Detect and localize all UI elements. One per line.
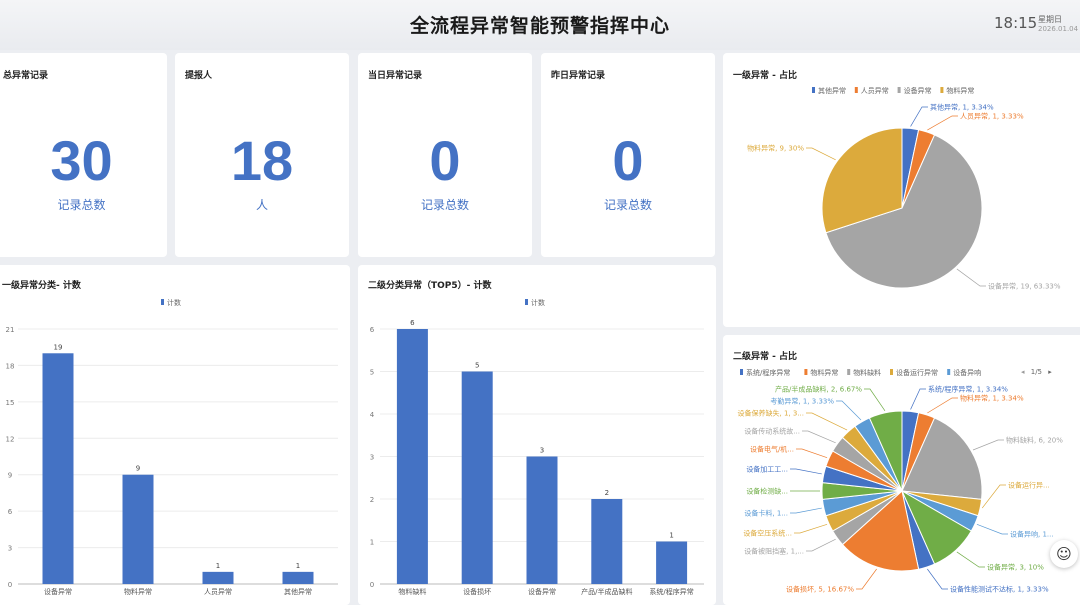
chart-title: 二级分类异常（TOP5）- 计数 — [368, 281, 492, 291]
legend-pager[interactable]: ◂ 1/5 ▸ — [1021, 368, 1052, 376]
stat-card-today-records: 当日异常记录 0 记录总数 — [358, 53, 532, 257]
chart-title: 一级异常 - 占比 — [733, 71, 798, 81]
stat-card-reporters: 提报人 18 人 — [175, 53, 349, 257]
stat-card-title: 昨日异常记录 — [551, 71, 606, 81]
level1-category-count-card: 一级异常分类- 计数 — [0, 265, 350, 605]
clock-time: 18:15 — [994, 14, 1038, 32]
stat-card-title: 总异常记录 — [3, 71, 49, 81]
pager-next-arrow-icon[interactable]: ▸ — [1048, 368, 1052, 376]
stat-card-title: 当日异常记录 — [368, 71, 423, 81]
stat-card-value: 0 — [612, 129, 644, 192]
dashboard-header: 全流程异常智能预警指挥中心 18:15 星期日 2026.01.04 — [0, 0, 1080, 50]
stat-card-value: 18 — [230, 129, 294, 192]
stat-card-yesterday-records: 昨日异常记录 0 记录总数 — [541, 53, 715, 257]
chart-title: 一级异常分类- 计数 — [2, 281, 81, 291]
customer-service-icon[interactable]: ☺ — [1050, 540, 1078, 568]
stat-card-value: 30 — [50, 129, 113, 192]
stat-card-total-records: 总异常记录 30 记录总数 — [0, 53, 167, 257]
stat-card-unit: 记录总数 — [420, 198, 469, 212]
pager-text: 1/5 — [1030, 368, 1043, 376]
stat-card-title: 提报人 — [185, 71, 213, 81]
stat-card-unit: 记录总数 — [603, 198, 652, 212]
weekday-label: 星期日 — [1038, 15, 1062, 24]
level1-share-card: 一级异常 - 占比 — [723, 53, 1080, 327]
date-label: 2026.01.04 — [1038, 25, 1079, 33]
page-title: 全流程异常智能预警指挥中心 — [409, 15, 670, 37]
pager-prev-arrow-icon[interactable]: ◂ — [1021, 368, 1025, 376]
stat-card-unit: 人 — [255, 198, 268, 212]
level2-top5-count-card: 二级分类异常（TOP5）- 计数 — [358, 265, 716, 605]
stat-card-unit: 记录总数 — [57, 198, 106, 212]
chart-title: 二级异常 - 占比 — [733, 352, 798, 362]
stat-card-value: 0 — [429, 129, 461, 192]
